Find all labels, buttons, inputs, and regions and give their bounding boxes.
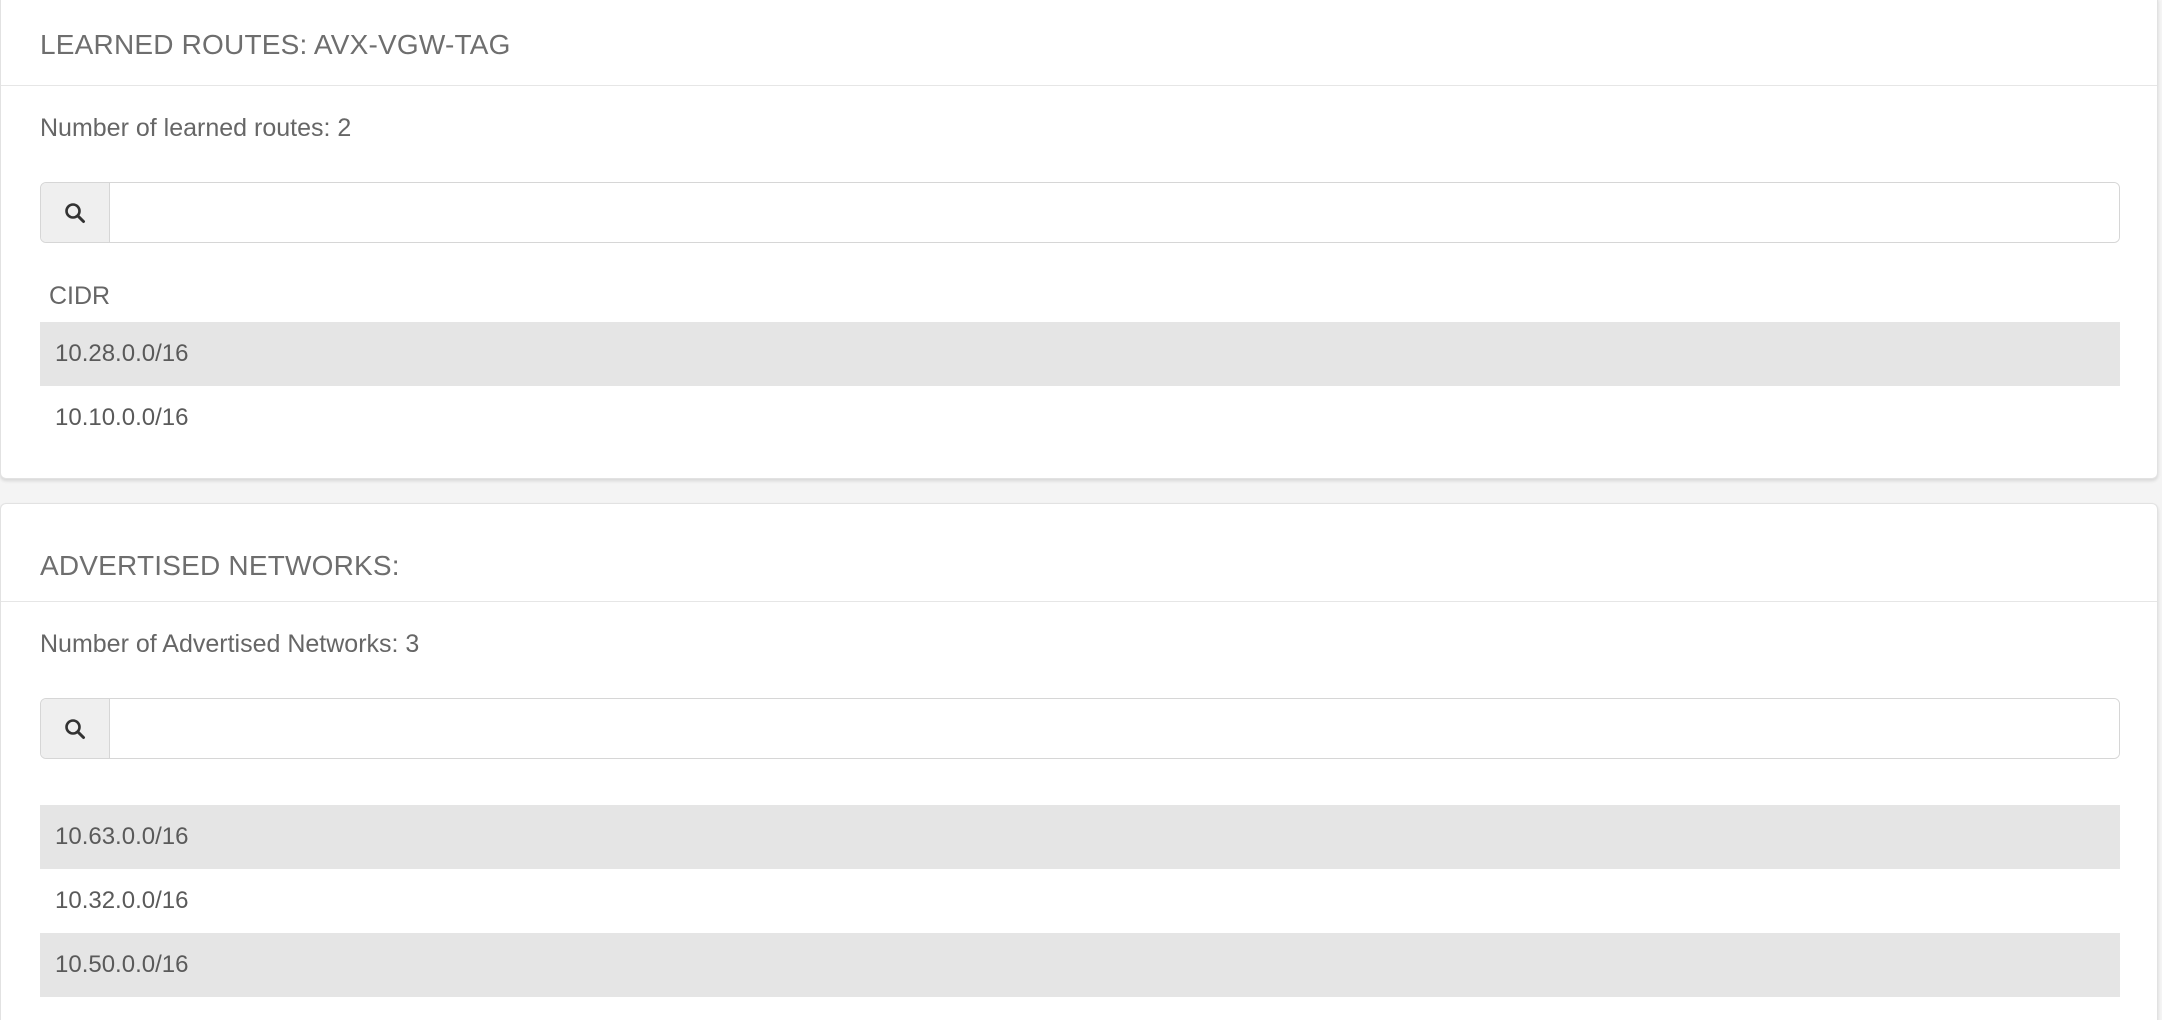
search-icon [65, 718, 85, 739]
table-row: 10.32.0.0/16 [55, 887, 189, 914]
table-row: 10.28.0.0/16 [40, 322, 2120, 386]
advertised-networks-search-input[interactable] [110, 699, 2119, 758]
advertised-networks-panel: ADVERTISED NETWORKS: Number of Advertise… [0, 503, 2158, 1020]
cidr-column-header[interactable]: CIDR [40, 281, 2118, 311]
advertised-networks-search-box [40, 698, 2120, 759]
advertised-networks-title: ADVERTISED NETWORKS: [40, 549, 400, 581]
advertised-networks-table: 10.63.0.0/16 10.32.0.0/16 10.50.0.0/16 [40, 805, 2120, 997]
learned-routes-search-input[interactable] [110, 183, 2119, 242]
learned-routes-table: 10.28.0.0/16 10.10.0.0/16 [40, 322, 2120, 450]
table-row: 10.50.0.0/16 [40, 933, 2120, 997]
table-row: 10.63.0.0/16 [40, 805, 2120, 869]
learned-routes-body: Number of learned routes: 2 CIDR 10.28.0… [1, 113, 2157, 450]
page: LEARNED ROUTES: AVX-VGW-TAG Number of le… [0, 0, 2162, 1020]
learned-routes-count: Number of learned routes: 2 [40, 114, 352, 142]
learned-routes-header: LEARNED ROUTES: AVX-VGW-TAG [1, 0, 2157, 86]
advertised-networks-header: ADVERTISED NETWORKS: [1, 504, 2157, 602]
learned-routes-panel: LEARNED ROUTES: AVX-VGW-TAG Number of le… [0, 0, 2158, 479]
advertised-networks-search-addon[interactable] [41, 699, 110, 758]
table-row: 10.10.0.0/16 [55, 404, 189, 431]
learned-routes-title: LEARNED ROUTES: AVX-VGW-TAG [40, 29, 511, 60]
learned-routes-search-addon[interactable] [41, 183, 110, 242]
learned-routes-search-box [40, 182, 2120, 243]
advertised-networks-count: Number of Advertised Networks: 3 [40, 630, 420, 658]
advertised-networks-body: Number of Advertised Networks: 3 10.63.0… [1, 629, 2157, 997]
search-icon [65, 202, 85, 223]
